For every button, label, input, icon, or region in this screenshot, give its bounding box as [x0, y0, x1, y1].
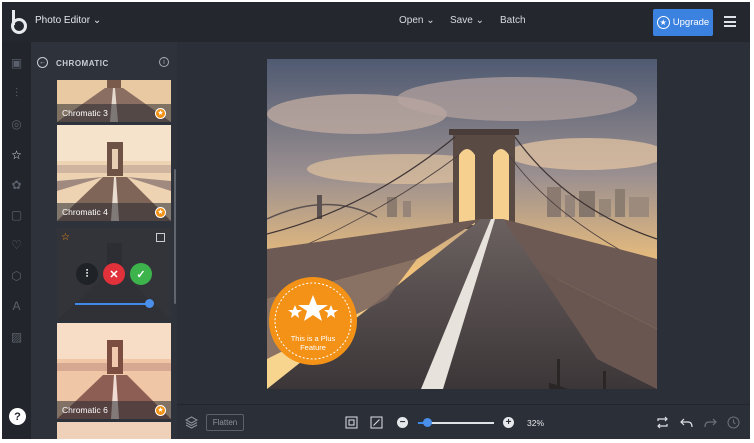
heart-icon[interactable]: ♡ [10, 239, 23, 252]
panel-title: CHROMATIC [56, 59, 109, 68]
panel-header: ← CHROMATIC i [31, 42, 177, 80]
zoom-in-button[interactable]: + [503, 417, 514, 428]
hamburger-menu-icon[interactable] [724, 16, 736, 27]
seal-line-2: Feature [300, 343, 326, 352]
image-icon[interactable]: ▣ [10, 57, 23, 70]
border-icon[interactable]: ▢ [10, 209, 23, 222]
thumb-label: Chromatic 6 [62, 405, 108, 415]
effect-thumb-chromatic-6[interactable]: Chromatic 6 ★ [57, 323, 171, 419]
undo-icon[interactable] [680, 416, 693, 429]
open-menu[interactable]: Open ⌄ [399, 15, 435, 26]
app-window: Photo Editor ⌄ Open ⌄ Save ⌄ Batch ★ Upg… [2, 2, 750, 439]
plus-badge-icon: ★ [155, 405, 166, 416]
canvas-workspace: This is a Plus Feature [177, 42, 750, 404]
star-icon[interactable]: ☆ [10, 149, 23, 162]
effects-panel: ← CHROMATIC i Chromatic 3 ★ Chromatic 4 … [31, 42, 177, 439]
apply-button[interactable]: ✓ [130, 263, 152, 285]
redo-icon[interactable] [704, 416, 717, 429]
zoom-percentage: 32% [527, 418, 545, 428]
save-menu[interactable]: Save ⌄ [450, 15, 484, 26]
top-bar: Photo Editor ⌄ Open ⌄ Save ⌄ Batch ★ Upg… [2, 2, 750, 42]
zoom-out-button[interactable]: − [397, 417, 408, 428]
effect-settings-button[interactable]: ⫶ [76, 263, 98, 285]
thumb-label: Chromatic 3 [62, 108, 108, 118]
duplicate-icon[interactable] [156, 233, 165, 242]
photo-canvas[interactable]: This is a Plus Feature [267, 59, 657, 389]
shape-icon[interactable]: ⬡ [10, 270, 23, 283]
fit-to-screen-icon[interactable] [345, 416, 358, 429]
befunky-logo-icon[interactable] [10, 10, 28, 34]
plus-badge-icon: ★ [155, 207, 166, 218]
favorite-star-icon[interactable]: ☆ [61, 233, 70, 243]
compare-icon[interactable] [656, 416, 669, 429]
effects-icon[interactable]: ◎ [10, 118, 23, 131]
help-button[interactable]: ? [9, 408, 26, 425]
upgrade-button[interactable]: ★ Upgrade [653, 9, 713, 36]
upgrade-label: Upgrade [672, 17, 710, 28]
effect-thumb-next[interactable] [57, 422, 171, 439]
thumbnail-image [57, 422, 171, 439]
plus-star-icon: ★ [656, 16, 670, 29]
plus-feature-seal[interactable]: This is a Plus Feature [269, 277, 357, 365]
seal-line-1: This is a Plus [290, 334, 336, 343]
info-icon[interactable]: i [159, 57, 169, 67]
layers-icon[interactable] [185, 416, 198, 429]
panel-scrollbar[interactable] [174, 169, 176, 304]
plus-badge-icon: ★ [155, 108, 166, 119]
app-menu-photo-editor[interactable]: Photo Editor ⌄ [35, 15, 101, 26]
tool-rail: ▣ ⫶ ◎ ☆ ✿ ▢ ♡ ⬡ A ▨ ? [2, 42, 31, 439]
effect-thumb-chromatic-3[interactable]: Chromatic 3 ★ [57, 80, 171, 122]
flatten-button[interactable]: Flatten [206, 414, 244, 431]
effect-thumb-chromatic-4[interactable]: Chromatic 4 ★ [57, 125, 171, 221]
frame-icon[interactable]: ✿ [10, 179, 23, 192]
cancel-button[interactable]: ✕ [103, 263, 125, 285]
history-icon[interactable] [727, 416, 740, 429]
zoom-slider-handle[interactable] [423, 418, 433, 427]
bottom-toolbar: Flatten − + 32% [177, 404, 750, 439]
thumb-label: Chromatic 4 [62, 207, 108, 217]
batch-menu[interactable]: Batch [500, 15, 526, 26]
back-arrow-icon[interactable]: ← [37, 57, 48, 68]
actual-size-icon[interactable] [370, 416, 383, 429]
texture-icon[interactable]: ▨ [10, 331, 23, 344]
intensity-slider-track[interactable] [75, 303, 151, 305]
adjust-icon[interactable]: ⫶ [10, 87, 23, 100]
text-icon[interactable]: A [10, 300, 23, 313]
effect-thumb-chromatic-5-active[interactable]: ☆ ⫶ ✕ ✓ [57, 228, 171, 320]
